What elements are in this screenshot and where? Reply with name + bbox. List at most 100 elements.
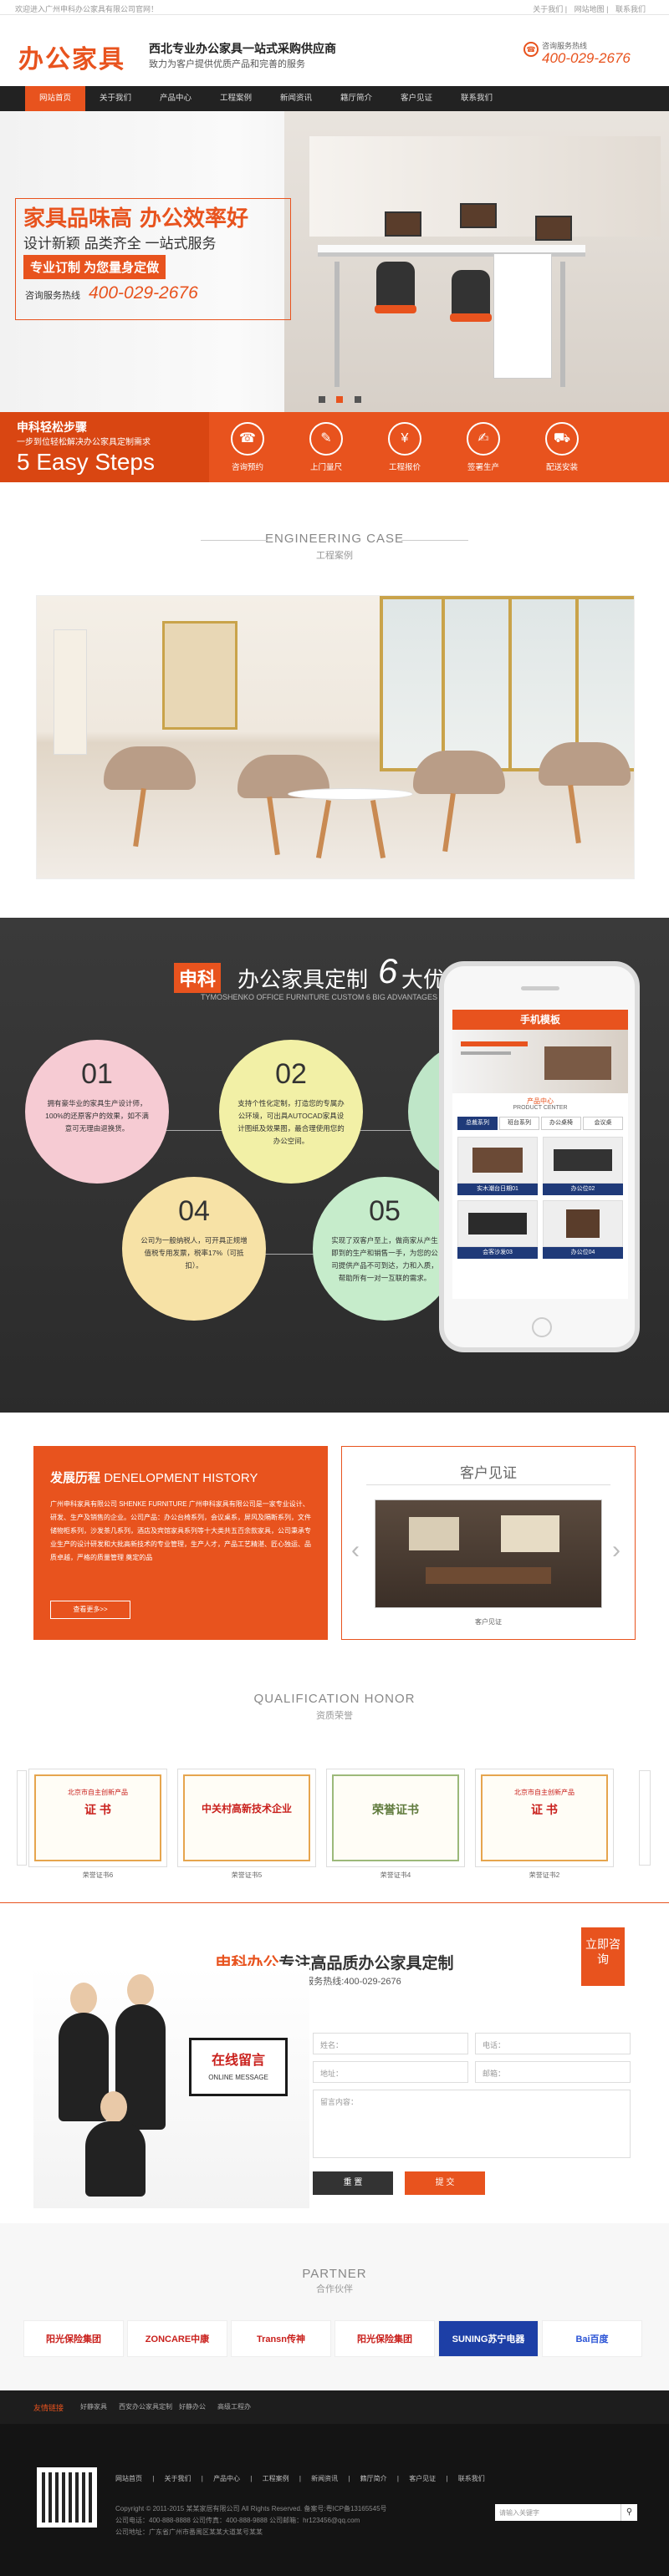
phone-product-image[interactable] xyxy=(543,1200,623,1247)
top-link-about[interactable]: 关于我们 xyxy=(533,5,563,13)
cert-heading: 证 书 xyxy=(531,1803,558,1816)
footer-nav-link[interactable]: 产品中心 xyxy=(213,2475,240,2482)
honor-certificate[interactable]: 北京市自主创新产品证 书 xyxy=(28,1769,167,1867)
nav-news[interactable]: 新闻资讯 xyxy=(266,86,326,111)
phone-product-caption: 会客沙发03 xyxy=(457,1247,538,1259)
footer-nav-link[interactable]: 关于我们 xyxy=(165,2475,192,2482)
footer-nav-link[interactable]: 联系我们 xyxy=(458,2475,485,2482)
honor-certificate[interactable]: 中关村高新技术企业 xyxy=(177,1769,316,1867)
main-nav: 网站首页 关于我们 产品中心 工程案例 新闻资讯 籍厅简介 客户见证 联系我们 xyxy=(0,86,669,111)
friend-links-title: 友情链接 xyxy=(33,2404,64,2412)
footer-nav-link[interactable]: 网站首页 xyxy=(115,2475,142,2482)
partner-logo[interactable]: ZONCARE中康 xyxy=(127,2320,227,2357)
message-textarea[interactable]: 留言内容： xyxy=(313,2090,631,2158)
advantage-04: 04 公司为一般纳税人，可开具正规增值税专用发票，税率17%（可抵扣）。 xyxy=(122,1177,266,1321)
step-quote[interactable]: ¥ 工程报价 xyxy=(378,422,432,472)
case-photo[interactable] xyxy=(36,595,635,879)
nav-cases[interactable]: 工程案例 xyxy=(206,86,266,111)
history-more-button[interactable]: 查看更多>> xyxy=(50,1601,130,1619)
slider-dot-3[interactable] xyxy=(354,396,361,403)
testimonial-caption: 客户见证 xyxy=(475,1618,502,1626)
partner-logo[interactable]: Bai百度 xyxy=(542,2320,642,2357)
footer-nav-link[interactable]: 客户见证 xyxy=(409,2475,436,2482)
friend-link[interactable]: 高级工程办 xyxy=(217,2402,251,2411)
adv-desc: 实现了双客户至上，做商家从产生即到的生产和销售一手，为您的公司提供产品不可到达，… xyxy=(331,1236,438,1282)
partner-logo[interactable]: SUNING苏宁电器 xyxy=(438,2320,539,2357)
phone-tab-2[interactable]: 班台系列 xyxy=(499,1117,539,1130)
divider xyxy=(201,540,268,541)
case-title-en: ENGINEERING CASE xyxy=(264,532,405,546)
footer-contact: 公司电话：400-888-8888 公司传真：400-888-9888 公司邮箱… xyxy=(115,2517,360,2524)
slider-dot-2[interactable] xyxy=(336,396,344,403)
advantage-01: 01 拥有豪华业的家具生产设计师，100%的还原客户的效果，如不满意可无理由退换… xyxy=(25,1040,169,1184)
testimonial-photo[interactable] xyxy=(375,1499,602,1608)
nav-hall[interactable]: 籍厅简介 xyxy=(326,86,386,111)
cert-partial-left xyxy=(17,1770,27,1866)
phone-field[interactable]: 电话： xyxy=(475,2033,631,2054)
adv-desc: 公司为一般纳税人，可开具正规增值税专用发票，税率17%（可抵扣）。 xyxy=(140,1236,248,1270)
nav-about[interactable]: 关于我们 xyxy=(85,86,146,111)
friend-link[interactable]: 西安办公家具定制 xyxy=(119,2402,172,2411)
footer-nav-link[interactable]: 新闻资讯 xyxy=(311,2475,338,2482)
nav-products[interactable]: 产品中心 xyxy=(146,86,206,111)
step-contract[interactable]: ✍ 签署生产 xyxy=(457,422,510,472)
phone-product-caption: 实木潮台日期01 xyxy=(457,1184,538,1195)
honor-caption: 荣誉证书5 xyxy=(231,1871,263,1879)
footer-nav-link[interactable]: 工程案例 xyxy=(263,2475,289,2482)
phone-product-image[interactable] xyxy=(457,1137,538,1184)
nav-testimonials[interactable]: 客户见证 xyxy=(386,86,447,111)
advantage-05: 05 实现了双客户至上，做商家从产生即到的生产和销售一手，为您的公司提供产品不可… xyxy=(313,1177,457,1321)
divider xyxy=(366,1484,610,1485)
hero-banner[interactable]: 家具品味高 办公效率好 设计新颖 品类齐全 一站式服务 专业订制 为您量身定做 … xyxy=(0,111,669,412)
top-link-sitemap[interactable]: 网站地图 xyxy=(575,5,605,13)
welcome-text: 欢迎进入广州申科办公家具有限公司官网！ xyxy=(15,5,159,13)
chevron-right-icon[interactable]: › xyxy=(612,1536,620,1565)
qr-code xyxy=(37,2467,97,2528)
honor-certificate[interactable]: 北京市自主创新产品证 书 xyxy=(475,1769,614,1867)
cert-sub: 北京市自主创新产品 xyxy=(68,1789,128,1796)
nav-home[interactable]: 网站首页 xyxy=(25,86,85,111)
footer-nav-link[interactable]: 籍厅简介 xyxy=(360,2475,387,2482)
honor-title-en: QUALIFICATION HONOR xyxy=(253,1692,416,1706)
friend-link[interactable]: 好静办公 xyxy=(179,2402,206,2411)
search-icon[interactable]: ⚲ xyxy=(620,2504,637,2521)
email-field[interactable]: 邮箱： xyxy=(475,2061,631,2083)
honor-certificate[interactable]: 荣誉证书 xyxy=(326,1769,465,1867)
partner-title-cn: 合作伙伴 xyxy=(316,2284,353,2294)
slider-dot-1[interactable] xyxy=(319,396,325,403)
partner-logo[interactable]: 阳光保险集团 xyxy=(334,2320,435,2357)
cert-sub: 北京市自主创新产品 xyxy=(514,1789,575,1796)
name-field[interactable]: 姓名： xyxy=(313,2033,468,2054)
submit-button[interactable]: 提 交 xyxy=(405,2171,485,2195)
chevron-left-icon[interactable]: ‹ xyxy=(351,1536,360,1565)
steps-en: 5 Easy Steps xyxy=(17,449,155,475)
honor-caption: 荣誉证书6 xyxy=(82,1871,114,1879)
phone-tab-4[interactable]: 会议桌 xyxy=(583,1117,623,1130)
adv-desc: 支持个性化定制，打造您的专属办公环境，可出具AUTOCAD家具设计图纸及效果图，… xyxy=(237,1099,345,1145)
header-slogan: 西北专业办公家具一站式采购供应商 xyxy=(149,42,336,55)
step-consult[interactable]: ☎ 咨询预约 xyxy=(221,422,274,472)
phone-product-caption: 办公位02 xyxy=(543,1184,623,1195)
footer-search-input[interactable]: 请输入关键字 xyxy=(495,2504,620,2521)
site-logo[interactable]: 办公家具 xyxy=(18,38,144,75)
cert-heading: 荣誉证书 xyxy=(372,1803,419,1816)
nav-contact[interactable]: 联系我们 xyxy=(447,86,507,111)
phone-screen: 手机模板 产品中心 PRODUCT CENTER 总裁系列 班台系列 办公桌椅 … xyxy=(452,1010,628,1299)
phone-tab-1[interactable]: 总裁系列 xyxy=(457,1117,498,1130)
phone-product-image[interactable] xyxy=(543,1137,623,1184)
friend-link[interactable]: 好静家具 xyxy=(80,2402,107,2411)
divider xyxy=(401,540,468,541)
partner-logo[interactable]: 阳光保险集团 xyxy=(23,2320,124,2357)
phone-product-image[interactable] xyxy=(457,1200,538,1247)
hotline-number: 400-029-2676 xyxy=(542,50,631,66)
step-measure[interactable]: ✎ 上门量尺 xyxy=(299,422,353,472)
phone-tab-3[interactable]: 办公桌椅 xyxy=(541,1117,581,1130)
top-link-contact[interactable]: 联系我们 xyxy=(615,5,646,13)
partner-logo[interactable]: Transn传神 xyxy=(231,2320,331,2357)
honor-title-cn: 资质荣誉 xyxy=(316,1711,353,1721)
address-field[interactable]: 地址： xyxy=(313,2061,468,2083)
reset-button[interactable]: 重 置 xyxy=(313,2171,393,2195)
step-label: 签署生产 xyxy=(467,463,499,472)
banner-office-photo xyxy=(284,111,669,412)
step-delivery[interactable]: ⛟ 配送安装 xyxy=(535,422,589,472)
